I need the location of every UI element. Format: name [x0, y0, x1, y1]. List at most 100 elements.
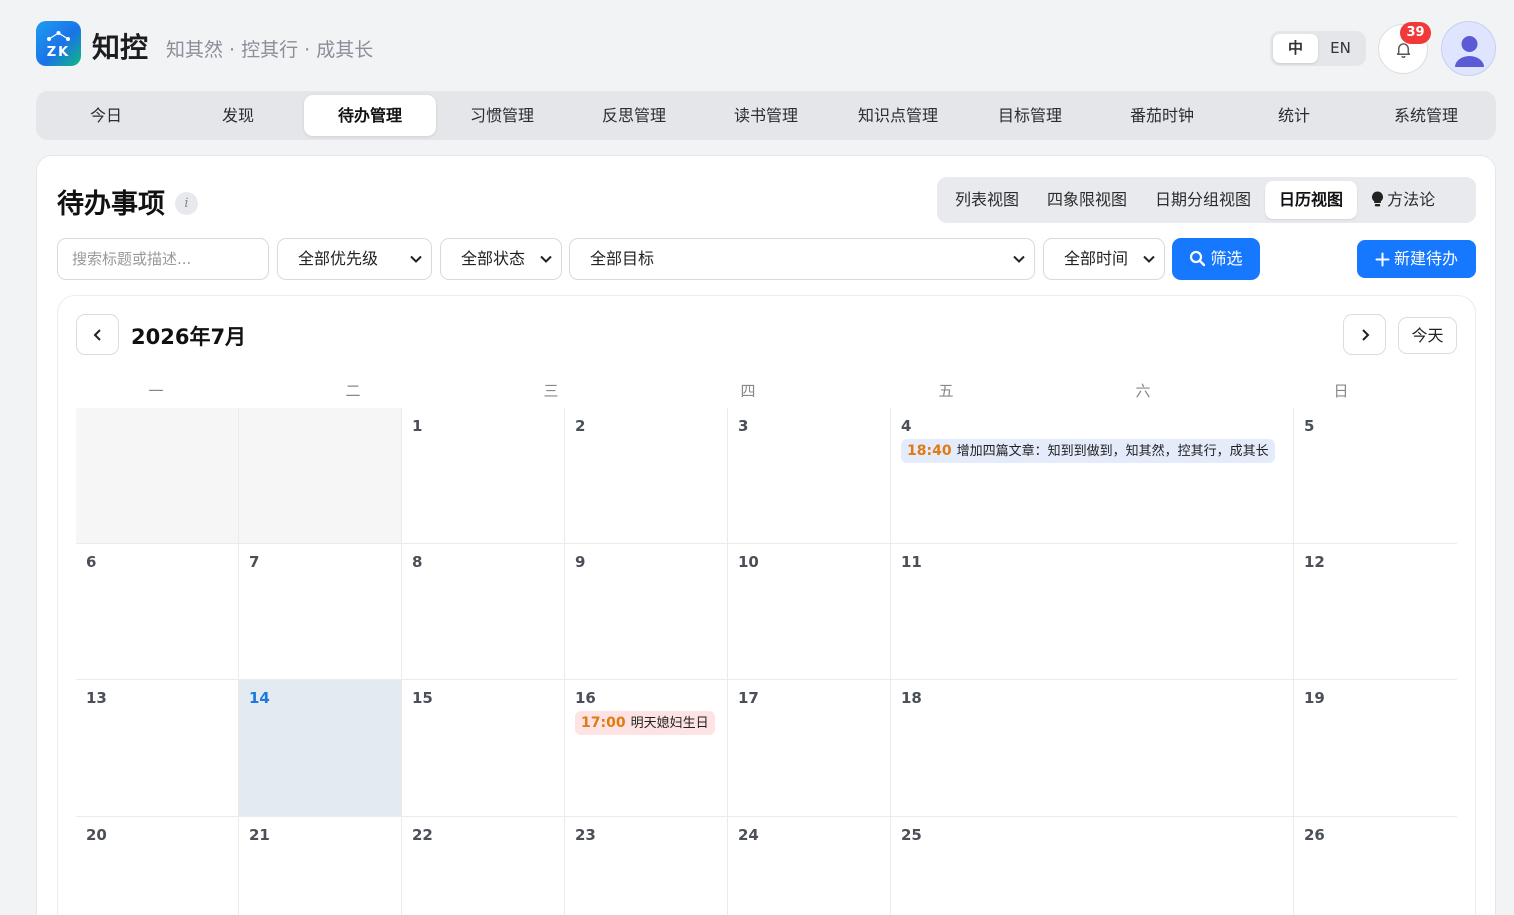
- logo-text: ZK: [46, 45, 71, 60]
- page-title: 待办事项: [57, 189, 165, 220]
- calendar-day[interactable]: 2: [565, 408, 728, 544]
- status-select-value: 全部状态: [461, 249, 526, 268]
- calendar-day[interactable]: 23: [565, 817, 728, 915]
- logo-network-icon: [47, 31, 70, 41]
- calendar-day: [76, 408, 239, 544]
- nav-item-today[interactable]: 今日: [40, 95, 172, 136]
- calendar-day[interactable]: 10: [728, 544, 891, 680]
- priority-select[interactable]: 全部优先级: [277, 238, 432, 280]
- nav-item-habits[interactable]: 习惯管理: [436, 95, 568, 136]
- chevron-down-icon: [1013, 255, 1025, 263]
- calendar-day[interactable]: 1: [402, 408, 565, 544]
- day-number: 26: [1304, 826, 1325, 844]
- time-select[interactable]: 全部时间: [1043, 238, 1165, 280]
- calendar: 2026年7月 今天 一二三四五六日 1 2 3 4 18:40 增加四篇文章：知到到做到…: [57, 295, 1476, 915]
- user-avatar[interactable]: [1441, 21, 1496, 76]
- day-number: 14: [249, 689, 270, 707]
- calendar-day: [239, 408, 402, 544]
- chevron-down-icon: [410, 255, 422, 263]
- view-date-group-button[interactable]: 日期分组视图: [1141, 181, 1265, 219]
- calendar-day[interactable]: 17: [728, 680, 891, 817]
- calendar-event[interactable]: 18:40 增加四篇文章：知到到做到，知其然，控其行，成其长: [901, 439, 1275, 463]
- weekday-header: 三: [543, 382, 559, 400]
- calendar-day[interactable]: 26: [1294, 817, 1457, 915]
- calendar-day[interactable]: 8: [402, 544, 565, 680]
- calendar-day[interactable]: 13: [76, 680, 239, 817]
- info-icon[interactable]: i: [175, 192, 198, 215]
- day-number: 23: [575, 826, 596, 844]
- search-box[interactable]: [57, 238, 269, 280]
- lang-zh-button[interactable]: 中: [1273, 34, 1318, 63]
- nav-item-todo[interactable]: 待办管理: [304, 95, 436, 136]
- calendar-day[interactable]: 18: [891, 680, 1294, 817]
- day-number: 24: [738, 826, 759, 844]
- main-nav: 今日 发现 待办管理 习惯管理 反思管理 读书管理 知识点管理 目标管理 番茄时…: [36, 91, 1496, 140]
- prev-month-button[interactable]: [76, 314, 119, 355]
- nav-item-knowledge[interactable]: 知识点管理: [832, 95, 964, 136]
- filter-button[interactable]: 筛选: [1172, 238, 1260, 280]
- calendar-day[interactable]: 12: [1294, 544, 1457, 680]
- day-number: 15: [412, 689, 433, 707]
- status-select[interactable]: 全部状态: [440, 238, 562, 280]
- view-calendar-button[interactable]: 日历视图: [1265, 181, 1358, 219]
- nav-item-goals[interactable]: 目标管理: [964, 95, 1096, 136]
- day-number: 6: [86, 553, 97, 571]
- day-number: 9: [575, 553, 586, 571]
- day-number: 13: [86, 689, 107, 707]
- nav-item-stats[interactable]: 统计: [1228, 95, 1360, 136]
- nav-item-pomodoro[interactable]: 番茄时钟: [1096, 95, 1228, 136]
- calendar-day[interactable]: 24: [728, 817, 891, 915]
- calendar-day[interactable]: 25: [891, 817, 1294, 915]
- nav-item-reflection[interactable]: 反思管理: [568, 95, 700, 136]
- language-switch: 中 EN: [1270, 31, 1366, 66]
- calendar-day[interactable]: 5: [1294, 408, 1457, 544]
- calendar-day[interactable]: 4 18:40 增加四篇文章：知到到做到，知其然，控其行，成其长: [891, 408, 1294, 544]
- app-name: 知控: [92, 31, 149, 64]
- calendar-day[interactable]: 19: [1294, 680, 1457, 817]
- day-number: 4: [901, 417, 912, 435]
- calendar-day[interactable]: 11: [891, 544, 1294, 680]
- calendar-day[interactable]: 20: [76, 817, 239, 915]
- calendar-day[interactable]: 3: [728, 408, 891, 544]
- calendar-day[interactable]: 7: [239, 544, 402, 680]
- view-list-button[interactable]: 列表视图: [941, 181, 1033, 219]
- goal-select[interactable]: 全部目标: [569, 238, 1035, 280]
- chevron-left-icon: [93, 329, 101, 341]
- calendar-day[interactable]: 6: [76, 544, 239, 680]
- day-number: 8: [412, 553, 423, 571]
- view-switch: 列表视图 四象限视图 日期分组视图 日历视图 方法论: [937, 177, 1476, 223]
- calendar-day[interactable]: 21: [239, 817, 402, 915]
- day-number: 2: [575, 417, 586, 435]
- methodology-button[interactable]: 方法论: [1357, 181, 1449, 219]
- day-number: 17: [738, 689, 759, 707]
- day-number: 20: [86, 826, 107, 844]
- event-time: 17:00: [581, 715, 626, 731]
- day-number: 10: [738, 553, 759, 571]
- calendar-day[interactable]: 9: [565, 544, 728, 680]
- calendar-day[interactable]: 22: [402, 817, 565, 915]
- day-number: 18: [901, 689, 922, 707]
- nav-item-system[interactable]: 系统管理: [1360, 95, 1492, 136]
- view-quadrant-button[interactable]: 四象限视图: [1033, 181, 1141, 219]
- today-button[interactable]: 今天: [1398, 317, 1457, 354]
- calendar-day[interactable]: 15: [402, 680, 565, 817]
- nav-item-reading[interactable]: 读书管理: [700, 95, 832, 136]
- app-slogan: 知其然 · 控其行 · 成其长: [166, 39, 374, 61]
- lang-en-button[interactable]: EN: [1318, 34, 1363, 63]
- nav-item-discover[interactable]: 发现: [172, 95, 304, 136]
- calendar-day-today[interactable]: 14: [239, 680, 402, 817]
- new-todo-button[interactable]: 新建待办: [1357, 240, 1476, 278]
- notification-badge: 39: [1400, 22, 1431, 44]
- calendar-event[interactable]: 17:00 明天媳妇生日: [575, 711, 715, 735]
- day-number: 3: [738, 417, 749, 435]
- event-time: 18:40: [907, 443, 952, 459]
- next-month-button[interactable]: [1343, 314, 1386, 355]
- day-number: 22: [412, 826, 433, 844]
- search-input[interactable]: [72, 240, 268, 278]
- app-logo[interactable]: ZK: [36, 21, 81, 66]
- day-number: 16: [575, 689, 596, 707]
- day-number: 19: [1304, 689, 1325, 707]
- day-number: 7: [249, 553, 260, 571]
- calendar-day[interactable]: 16 17:00 明天媳妇生日: [565, 680, 728, 817]
- lightbulb-icon: [1372, 191, 1384, 207]
